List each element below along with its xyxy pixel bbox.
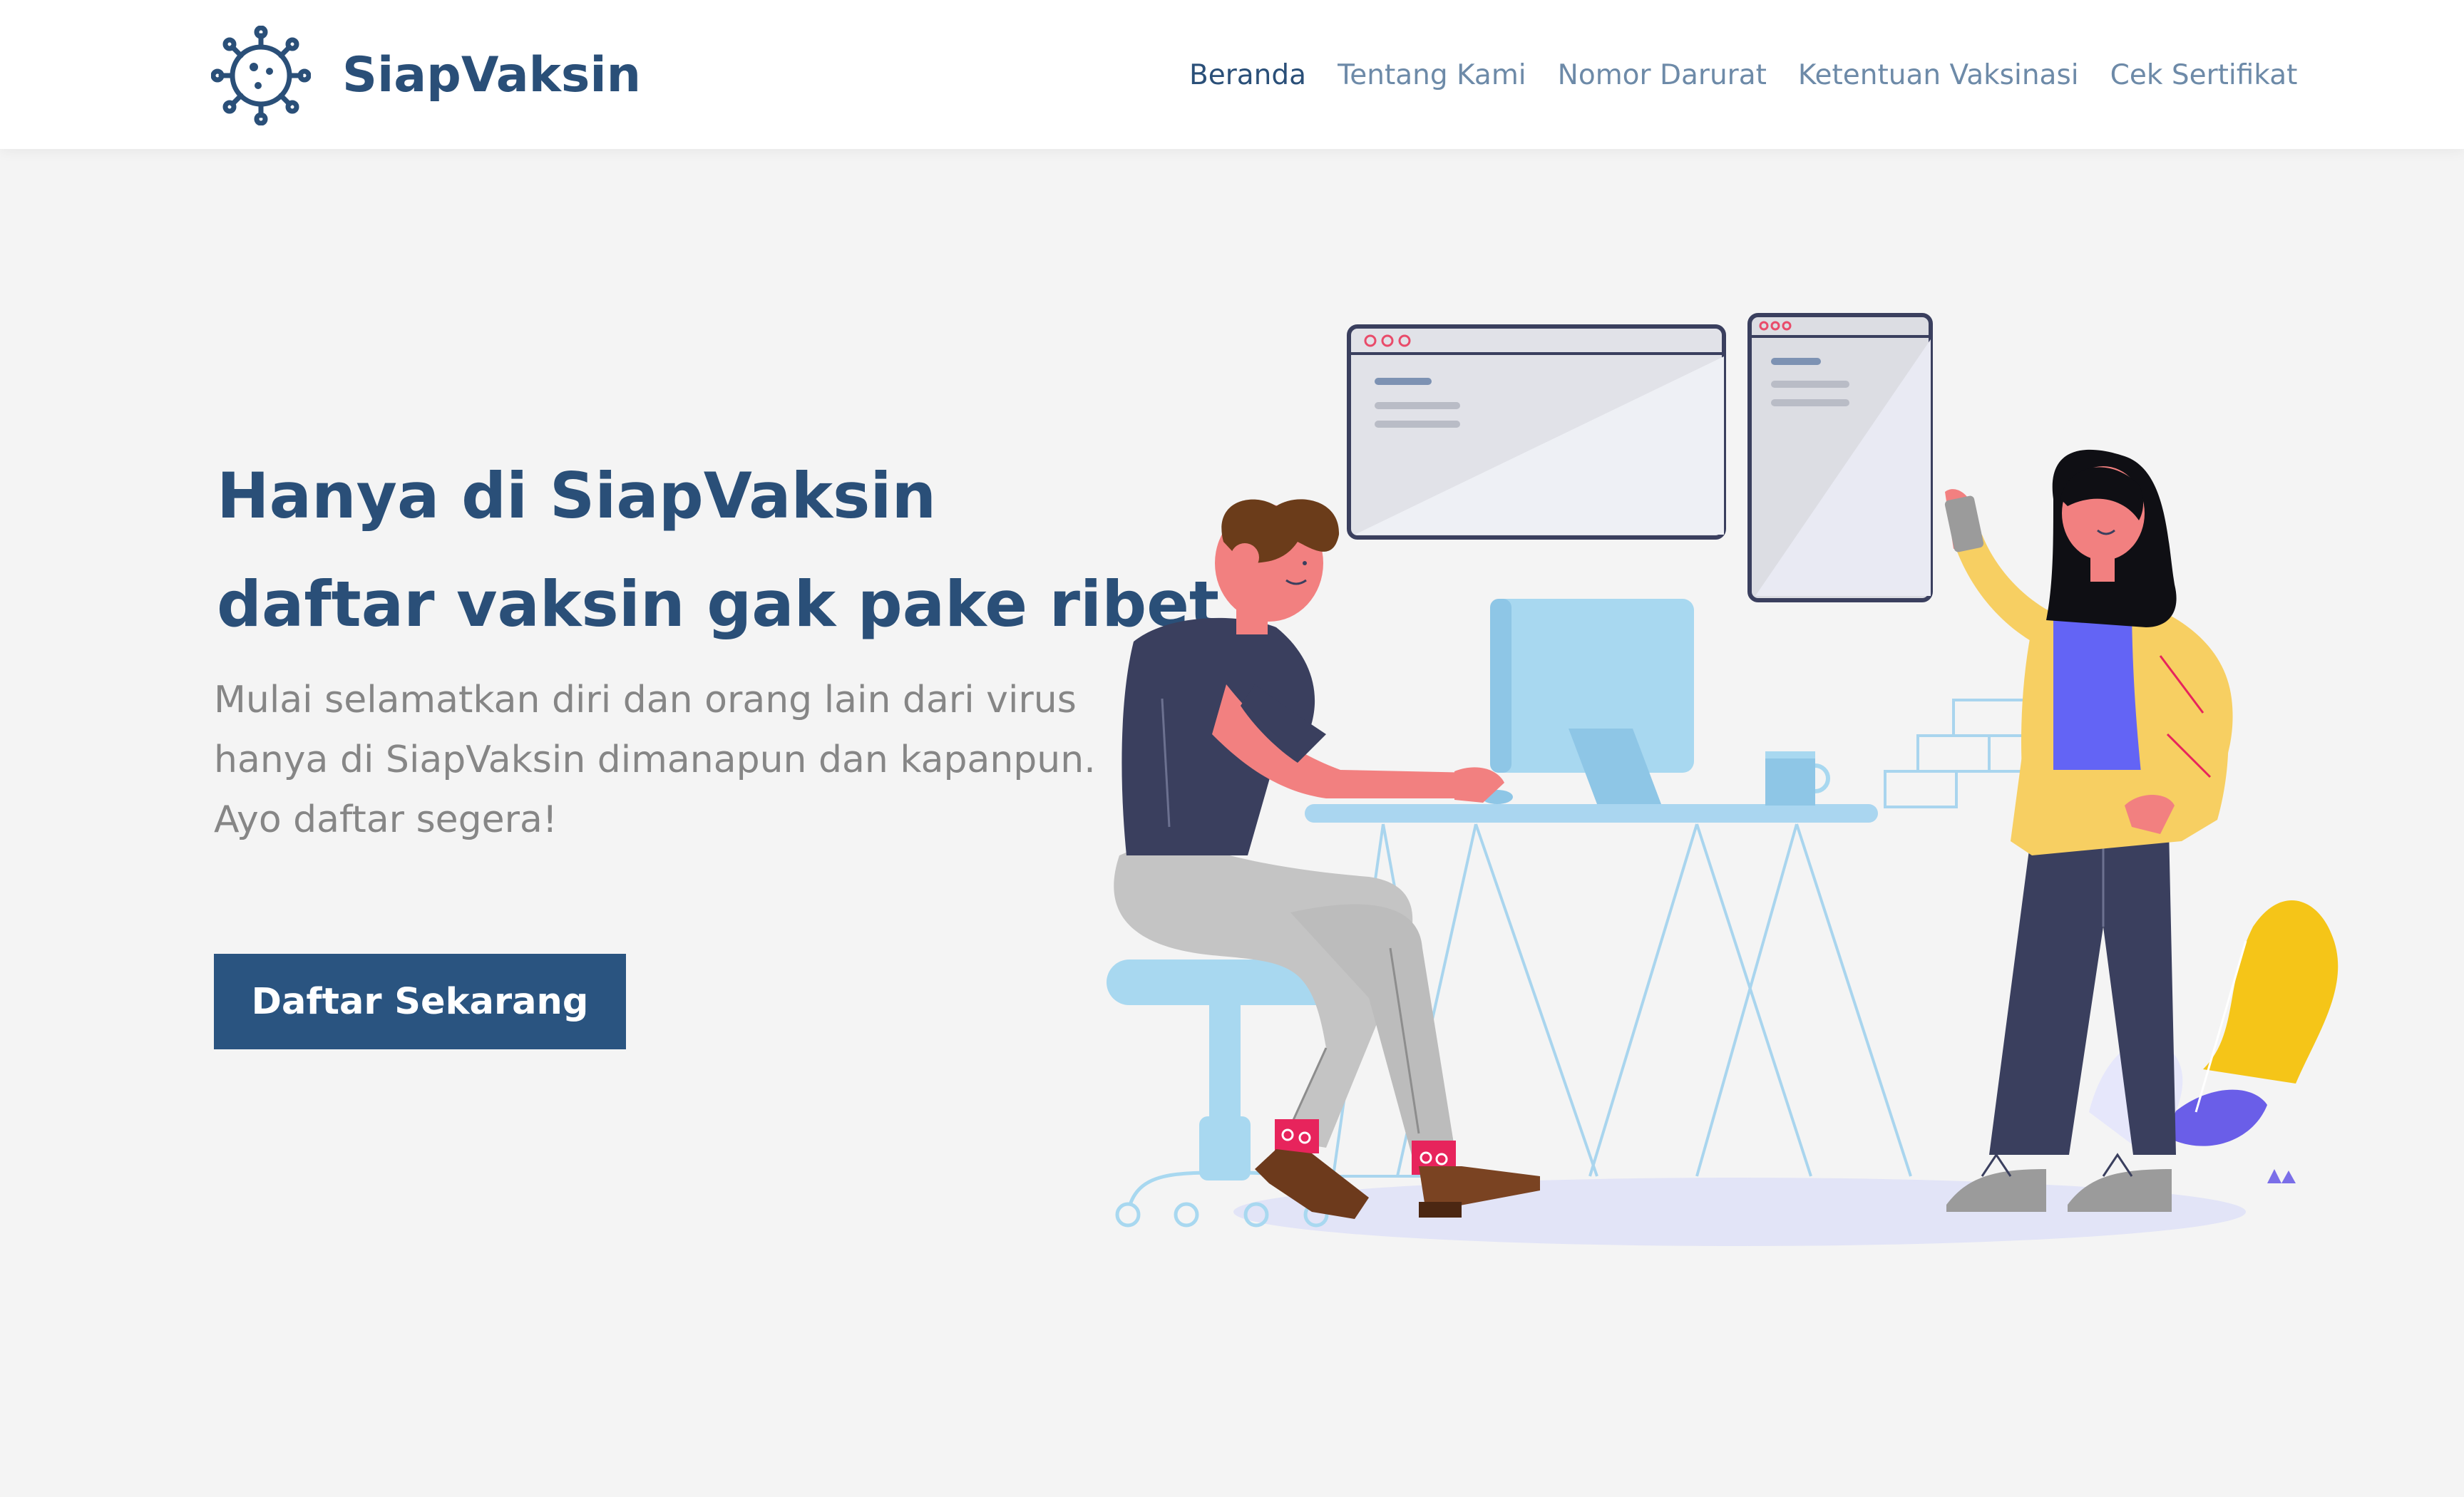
hero-title-line-1: Hanya di SiapVaksin [217, 459, 937, 533]
nav-item-nomor-darurat[interactable]: Nomor Darurat [1558, 54, 1767, 97]
virus-icon[interactable] [211, 26, 311, 125]
hero-description: Mulai selamatkan diri dan orang lain dar… [214, 670, 1141, 850]
nav-item-tentang-kami[interactable]: Tentang Kami [1338, 54, 1526, 97]
hero-description-line-1: Mulai selamatkan diri dan orang lain dar… [214, 679, 1077, 721]
coffee-mug [1765, 751, 1830, 806]
browser-window-large [1347, 324, 1726, 540]
navbar: SiapVaksin Beranda Tentang Kami Nomor Da… [0, 0, 2464, 149]
browser-window-small [1747, 313, 1933, 602]
daftar-sekarang-button[interactable]: Daftar Sekarang [214, 954, 626, 1049]
woman-with-phone-illustration [1944, 449, 2233, 1212]
brand-name[interactable]: SiapVaksin [342, 44, 641, 107]
hero-description-line-3: Ayo daftar segera! [214, 798, 558, 841]
hero-title-line-2: daftar vaksin gak pake ribet [217, 567, 1219, 641]
man-working-illustration [1114, 499, 1540, 1219]
hero-title: Hanya di SiapVaksin daftar vaksin gak pa… [217, 442, 1219, 659]
computer-monitor [1482, 599, 1694, 804]
nav-item-cek-sertifikat[interactable]: Cek Sertifikat [2110, 54, 2298, 97]
nav-item-beranda[interactable]: Beranda [1189, 54, 1306, 97]
main-nav: Beranda Tentang Kami Nomor Darurat Keten… [1189, 54, 2297, 97]
hero-description-line-2: hanya di SiapVaksin dimanapun dan kapanp… [214, 739, 1096, 781]
nav-item-ketentuan-vaksinasi[interactable]: Ketentuan Vaksinasi [1798, 54, 2079, 97]
hero-illustration [1107, 313, 2339, 1246]
